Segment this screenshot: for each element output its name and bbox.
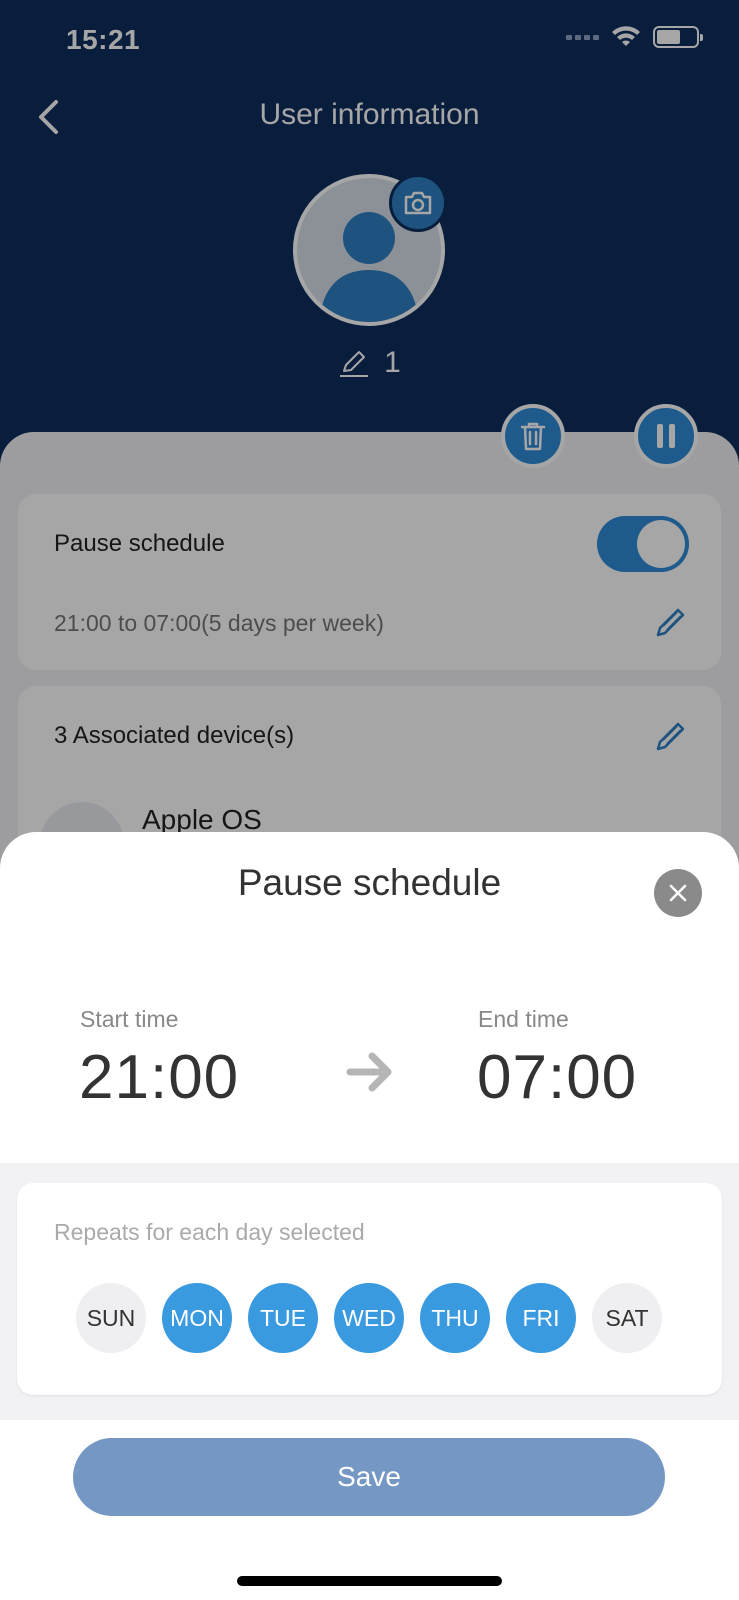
day-mon[interactable]: MON bbox=[162, 1283, 232, 1353]
save-button[interactable]: Save bbox=[73, 1438, 665, 1516]
day-sat[interactable]: SAT bbox=[592, 1283, 662, 1353]
sheet-title: Pause schedule bbox=[237, 862, 502, 903]
arrow-right-icon bbox=[346, 1052, 392, 1092]
close-icon bbox=[669, 884, 687, 902]
days-card: Repeats for each day selected SUN MON TU… bbox=[17, 1183, 722, 1395]
days-zone: Repeats for each day selected SUN MON TU… bbox=[0, 1163, 739, 1420]
pause-schedule-sheet: Pause schedule Start time 21:00 End time… bbox=[0, 832, 739, 1600]
home-indicator bbox=[237, 1576, 502, 1586]
day-fri[interactable]: FRI bbox=[506, 1283, 576, 1353]
day-wed[interactable]: WED bbox=[334, 1283, 404, 1353]
start-time-value[interactable]: 21:00 bbox=[79, 1042, 239, 1113]
close-button[interactable] bbox=[654, 869, 702, 917]
end-time-value[interactable]: 07:00 bbox=[477, 1042, 637, 1113]
day-sun[interactable]: SUN bbox=[76, 1283, 146, 1353]
day-tue[interactable]: TUE bbox=[248, 1283, 318, 1353]
repeat-hint: Repeats for each day selected bbox=[54, 1219, 365, 1245]
day-selector: SUN MON TUE WED THU FRI SAT bbox=[76, 1283, 662, 1353]
day-thu[interactable]: THU bbox=[420, 1283, 490, 1353]
end-time-label: End time bbox=[478, 1006, 569, 1032]
start-time-label: Start time bbox=[80, 1006, 179, 1032]
